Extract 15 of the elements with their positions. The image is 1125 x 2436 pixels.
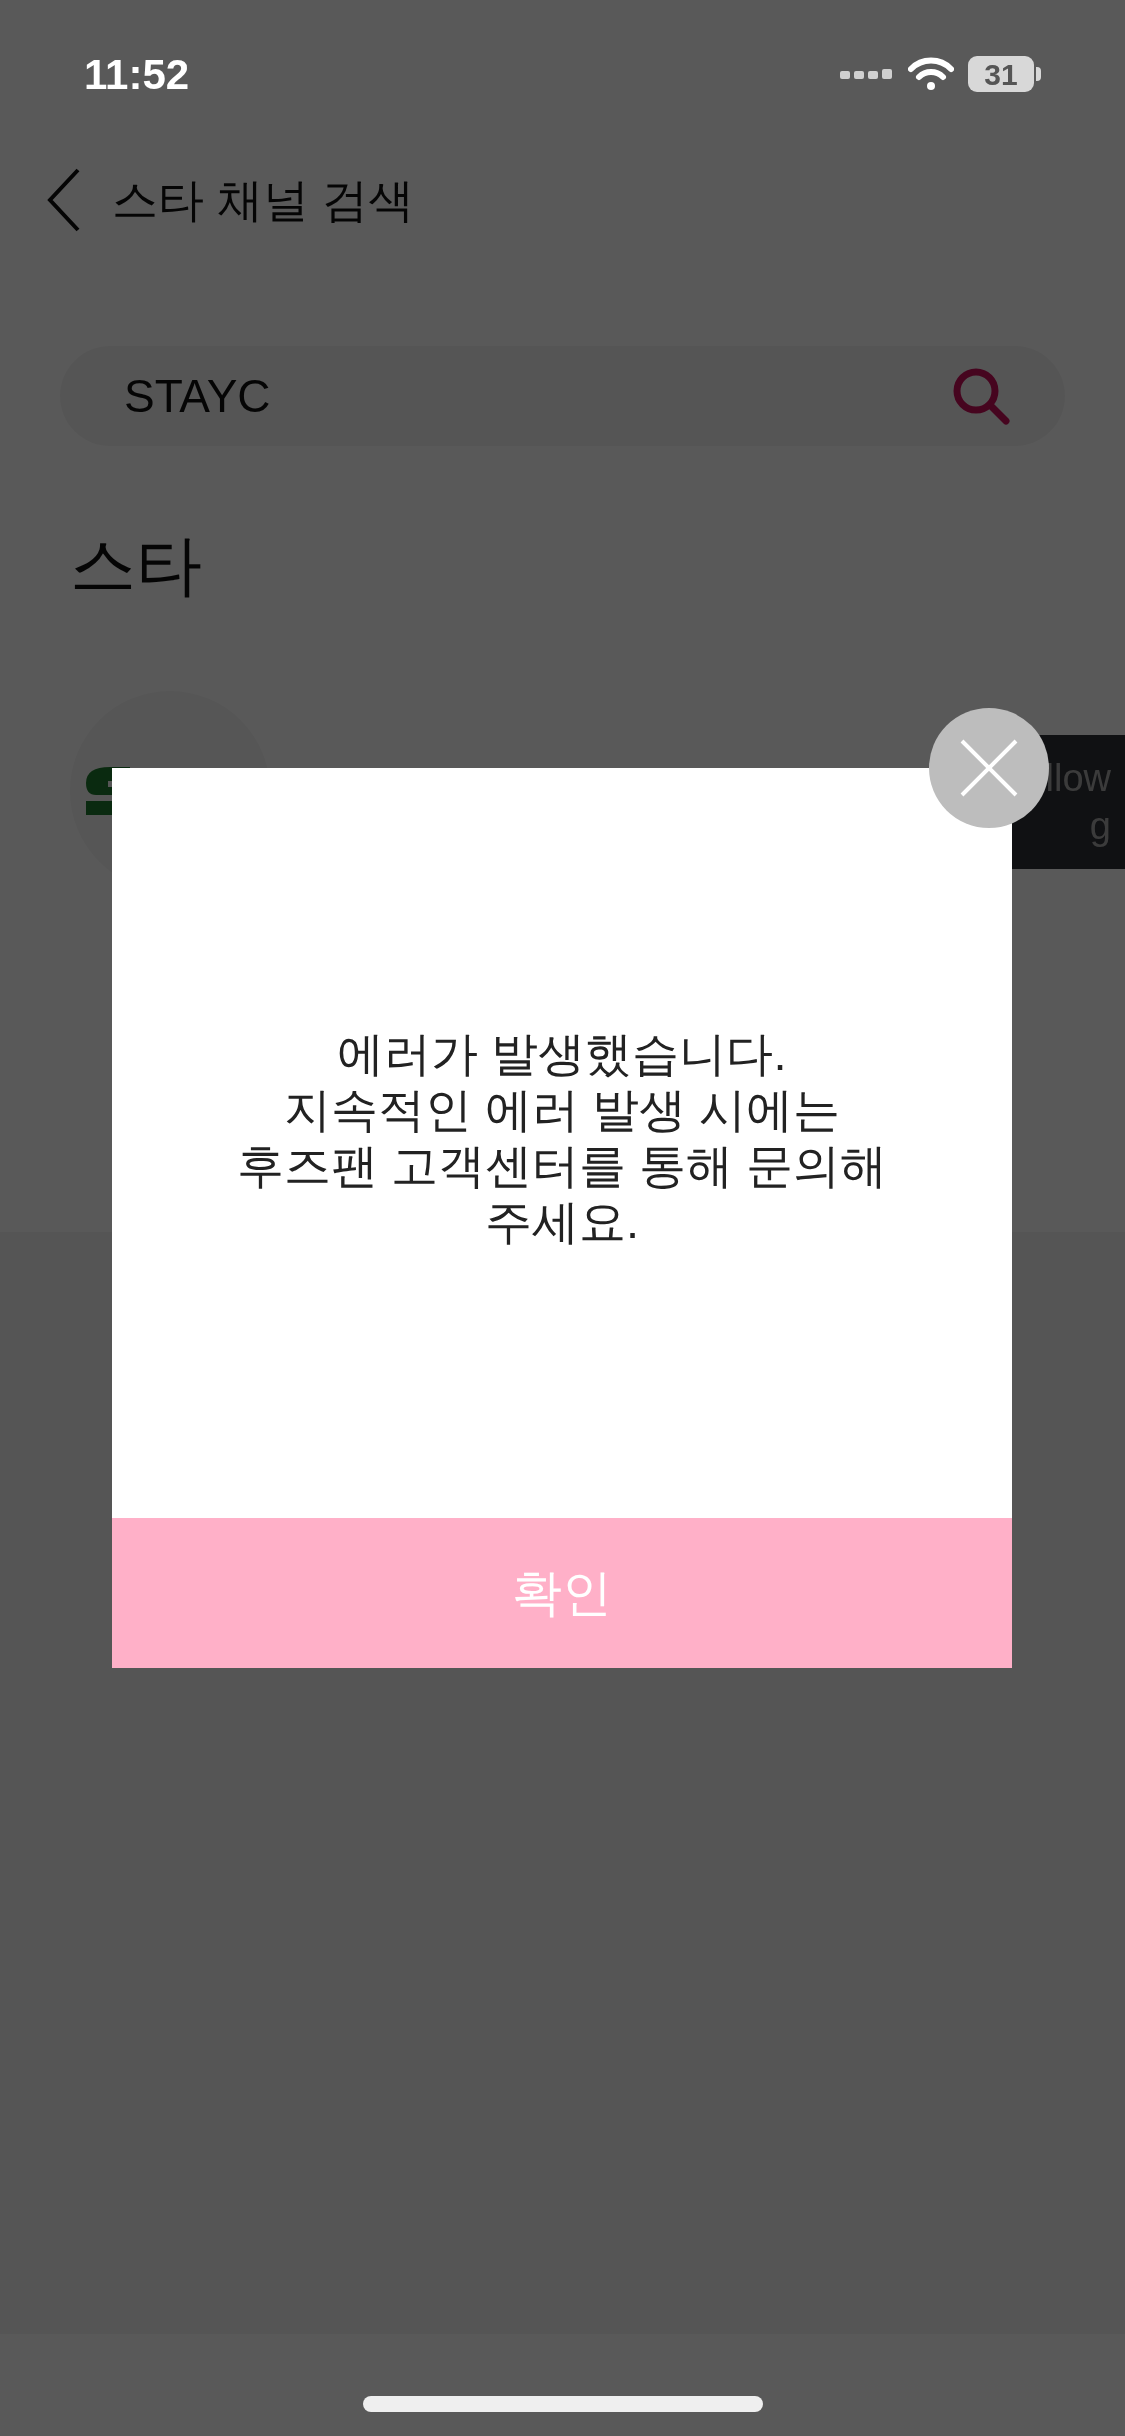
error-message: 후즈팬 고객센터를 통해 문의해: [236, 1138, 888, 1194]
confirm-button[interactable]: 확인: [112, 1518, 1012, 1668]
battery-tip-icon: [1036, 67, 1041, 81]
battery-level: 31: [968, 56, 1034, 92]
search-icon[interactable]: [951, 366, 1011, 426]
page-title: 스타 채널 검색: [112, 172, 414, 228]
section-title: 스타: [70, 528, 202, 602]
back-icon[interactable]: [46, 168, 82, 232]
wifi-icon: [908, 57, 954, 91]
signal-icon: [840, 67, 894, 81]
error-message: 에러가 발생했습니다.: [337, 1026, 787, 1082]
status-time: 11:52: [84, 49, 190, 100]
error-message: 주세요.: [484, 1194, 640, 1250]
error-message: 지속적인 에러 발생 시에는: [283, 1082, 841, 1138]
search-field[interactable]: STAYC: [60, 346, 1065, 446]
